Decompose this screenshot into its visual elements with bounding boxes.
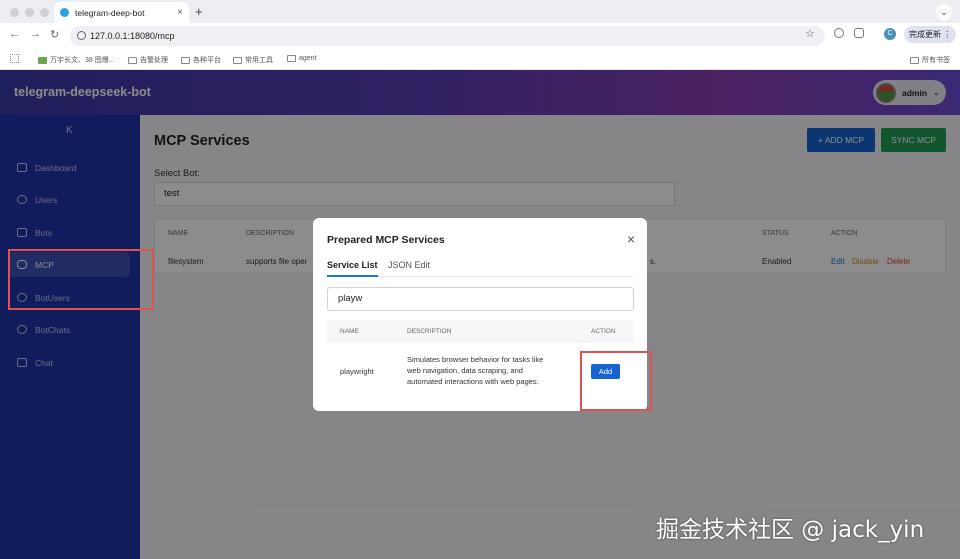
modal-header-name: NAME <box>340 328 359 335</box>
bookmark-star-icon[interactable]: ☆ <box>805 27 815 40</box>
address-bar[interactable]: 127.0.0.1:18080/mcp <box>70 26 825 46</box>
all-bookmarks[interactable]: 所有书签 <box>910 55 950 65</box>
bookmark-label: 万宇长文、38 图爆... <box>50 57 115 64</box>
folder-icon <box>287 55 296 62</box>
reload-icon[interactable]: ↻ <box>50 28 59 41</box>
browser-tab[interactable]: telegram-deep-bot × <box>54 2 189 23</box>
forward-arrow-icon[interactable]: → <box>30 28 41 40</box>
modal-header-description: DESCRIPTION <box>407 328 452 335</box>
folder-icon <box>128 56 137 64</box>
site-info-icon[interactable] <box>77 31 86 40</box>
folder-icon <box>233 56 242 64</box>
close-icon[interactable]: × <box>627 231 635 247</box>
service-description-line-2: web navigation, data scraping, and <box>407 366 523 375</box>
back-arrow-icon[interactable]: ← <box>9 28 20 40</box>
tab-search-chevron-icon[interactable]: ⌄ <box>936 4 952 20</box>
modal-title: Prepared MCP Services <box>327 234 445 246</box>
bookmark-label: agent <box>299 55 317 62</box>
bookmarks-bar: 万宇长文、38 图爆... 告警处理 各种平台 常用工具 agent 所有书签 <box>0 49 960 70</box>
window-controls[interactable] <box>10 8 49 17</box>
url-text: 127.0.0.1:18080/mcp <box>90 31 175 41</box>
bookmark-item-0[interactable]: 万宇长文、38 图爆... <box>38 55 115 65</box>
extension-icon[interactable] <box>834 28 844 38</box>
service-description-line-3: automated interactions with web pages. <box>407 377 539 386</box>
modal-table-header: NAME DESCRIPTION ACTION <box>327 320 634 343</box>
service-search-input[interactable]: playw <box>327 287 634 311</box>
service-name: playwright <box>340 367 374 376</box>
folder-icon <box>181 56 190 64</box>
tab-close-icon[interactable]: × <box>177 7 183 18</box>
all-bookmarks-label: 所有书签 <box>922 57 950 64</box>
tab-service-list[interactable]: Service List <box>327 260 378 270</box>
folder-icon <box>910 56 919 64</box>
tab-bar: telegram-deep-bot × + ⌄ <box>0 0 960 23</box>
bookmark-item-2[interactable]: 各种平台 <box>181 55 221 65</box>
active-tab-indicator <box>327 275 378 277</box>
new-tab-button[interactable]: + <box>195 4 203 19</box>
modal-header-action: ACTION <box>591 328 616 335</box>
apps-grid-icon[interactable] <box>10 54 19 63</box>
close-window-dot[interactable] <box>10 8 19 17</box>
page-icon <box>38 56 47 64</box>
browser-chrome: telegram-deep-bot × + ⌄ ← → ↻ 127.0.0.1:… <box>0 0 960 70</box>
tab-title: telegram-deep-bot <box>75 7 145 18</box>
puzzle-extensions-icon[interactable] <box>854 28 864 38</box>
profile-avatar[interactable]: C <box>884 28 896 40</box>
bookmark-label: 各种平台 <box>193 57 221 64</box>
bookmark-item-1[interactable]: 告警处理 <box>128 55 168 65</box>
annotation-highlight-box <box>8 249 154 310</box>
tab-json-edit[interactable]: JSON Edit <box>388 260 430 270</box>
minimize-window-dot[interactable] <box>25 8 34 17</box>
update-button[interactable]: 完成更新 ⋮ <box>904 26 956 43</box>
service-description-line-1: Simulates browser behavior for tasks lik… <box>407 355 544 364</box>
watermark: 掘金技术社区 @ jack_yin <box>656 517 925 543</box>
update-button-label: 完成更新 <box>909 30 941 39</box>
bookmark-item-4[interactable]: agent <box>287 55 317 62</box>
address-row: ← → ↻ 127.0.0.1:18080/mcp <box>0 23 960 49</box>
maximize-window-dot[interactable] <box>40 8 49 17</box>
annotation-highlight-box <box>580 351 652 411</box>
bookmark-item-3[interactable]: 常用工具 <box>233 55 273 65</box>
telegram-favicon-icon <box>60 8 69 17</box>
bookmark-label: 告警处理 <box>140 57 168 64</box>
bookmark-label: 常用工具 <box>245 57 273 64</box>
